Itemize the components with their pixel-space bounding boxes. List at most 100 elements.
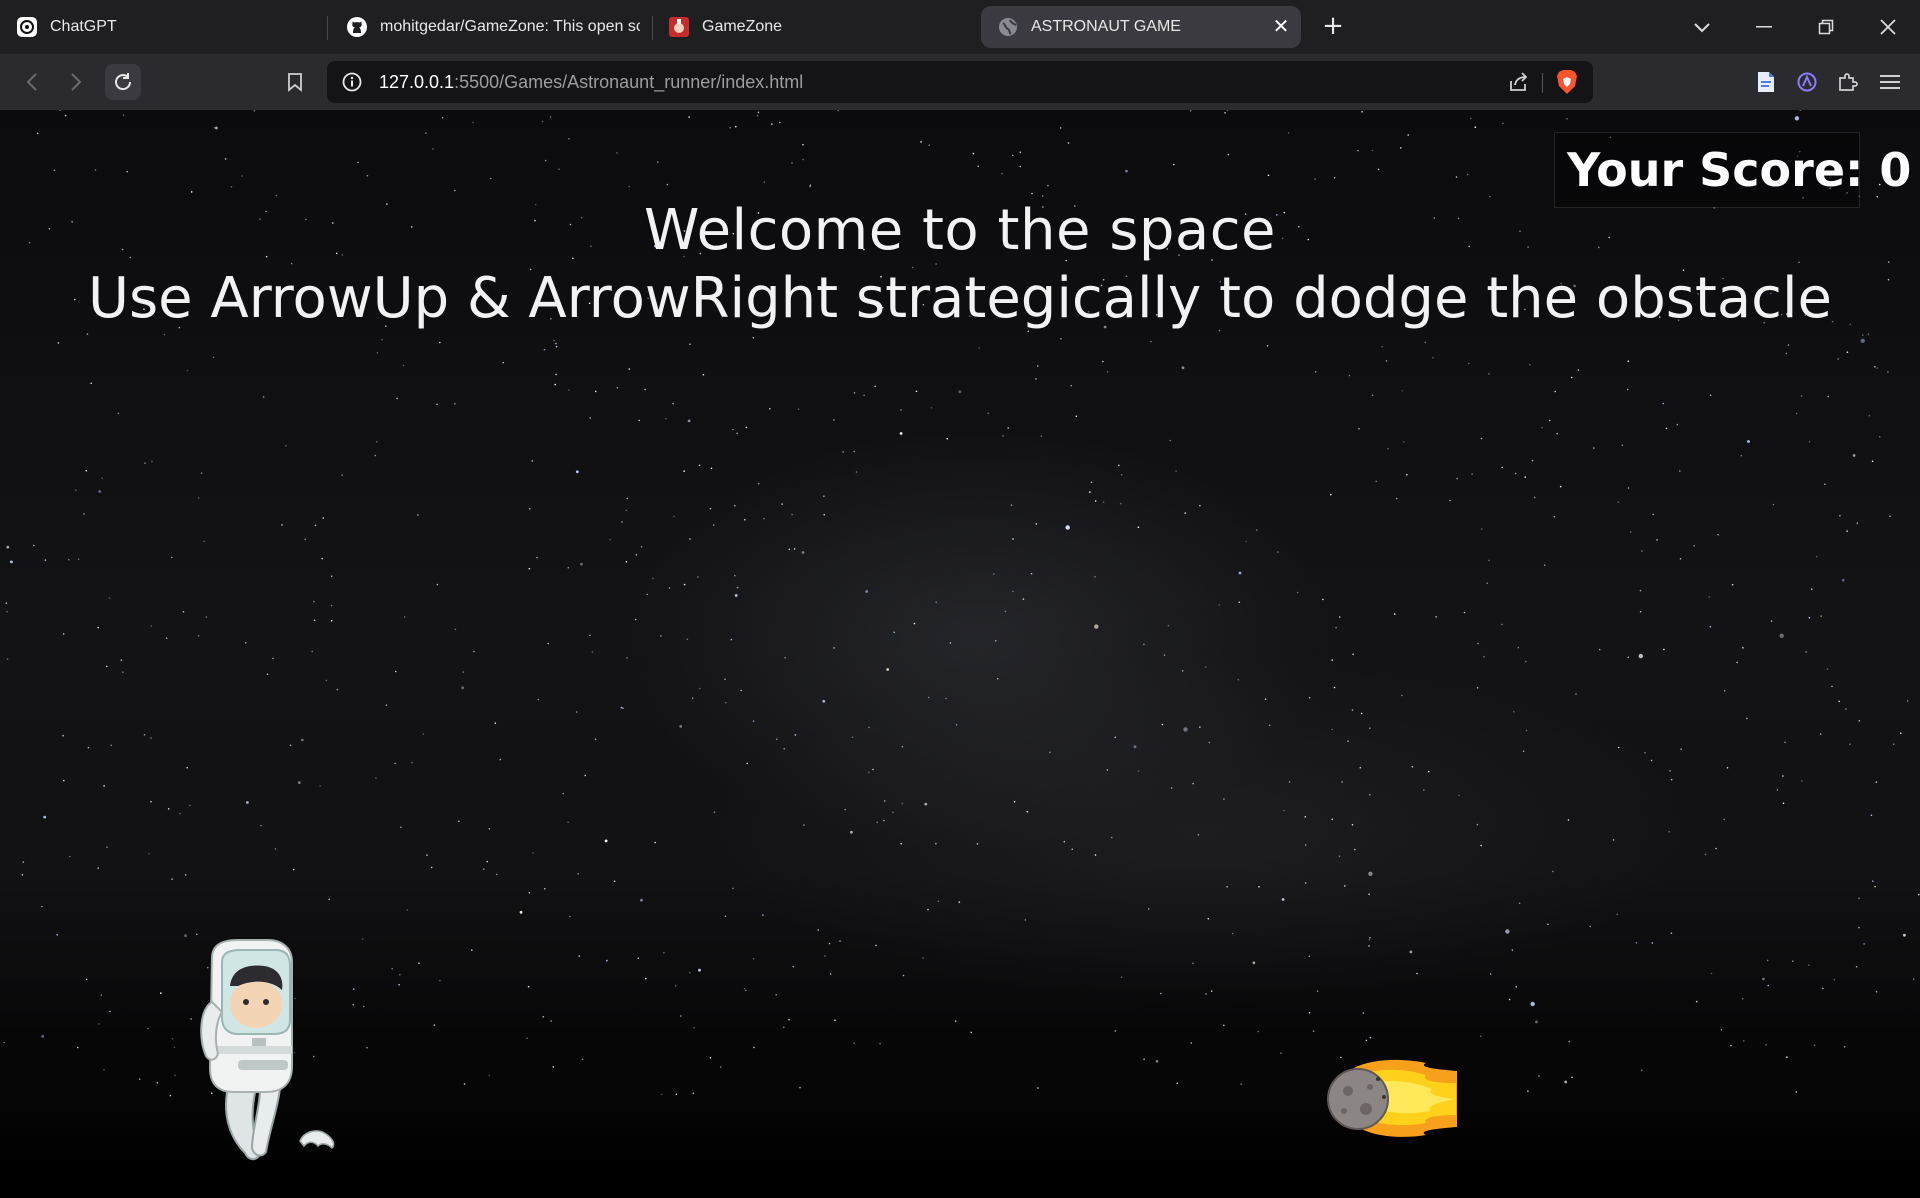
star [628,185,630,188]
star [1852,454,1856,457]
star [1833,978,1836,981]
new-tab-icon[interactable]: + [1318,12,1348,42]
site-info-icon[interactable] [341,71,363,97]
star [616,387,619,389]
star [117,412,120,415]
star [1709,394,1712,397]
star [417,514,419,516]
address-bar[interactable]: 127.0.0.1:5500/Games/Astronaunt_runner/i… [327,61,1593,103]
minimize-icon[interactable] [1744,10,1784,44]
star [736,432,738,435]
menu-icon[interactable] [1876,68,1904,96]
star [697,576,699,578]
star [1150,340,1152,343]
star [224,158,227,160]
star [915,390,918,393]
tab-search-chevron-icon[interactable] [1682,10,1722,44]
star [1662,402,1665,405]
star [151,460,153,463]
tab-astronaut-game[interactable]: ASTRONAUT GAME ✕ [981,6,1301,48]
brave-shields-icon[interactable] [1555,69,1579,99]
star [567,821,569,824]
extensions-puzzle-icon[interactable] [1834,68,1862,96]
star [77,558,80,560]
star [1333,177,1336,179]
close-window-icon[interactable] [1868,10,1908,44]
close-tab-icon[interactable]: ✕ [1271,17,1291,37]
star [488,828,491,830]
star [1670,932,1673,934]
star [57,342,60,344]
star [1030,572,1033,575]
star [1663,648,1665,651]
tab-gamezone[interactable]: GameZone [652,6,972,48]
star [321,557,324,560]
star [230,186,233,188]
star [699,687,701,690]
star [1477,642,1479,645]
star [463,1083,466,1085]
star [1529,363,1531,366]
star [1621,444,1624,447]
star [1181,366,1185,370]
star [319,785,322,787]
star [604,839,608,843]
star [171,1038,174,1040]
back-icon[interactable] [14,64,50,100]
profile-extension-icon[interactable] [1793,68,1821,96]
star [189,804,191,807]
star [1341,781,1343,783]
star [1375,480,1377,483]
star [1019,151,1022,153]
tab-chatgpt[interactable]: ChatGPT [0,6,325,48]
star [1784,741,1786,744]
star [314,524,317,527]
star [1627,487,1630,489]
star [1238,571,1242,575]
star [1406,473,1408,476]
star [1226,886,1228,888]
star [1344,885,1346,887]
star [732,428,734,431]
reload-icon[interactable] [105,64,141,100]
star [245,642,247,644]
star [454,189,456,192]
star [665,417,667,420]
star [1837,358,1839,360]
star [1680,748,1682,750]
star [87,746,90,749]
star [842,451,844,453]
star [736,586,739,589]
star [1566,118,1568,120]
star [1071,848,1073,850]
star [53,169,56,172]
forward-icon[interactable] [58,64,94,100]
star [22,861,25,863]
star [626,497,628,500]
game-viewport[interactable]: Welcome to the space Use ArrowUp & Arrow… [0,110,1920,1198]
star [638,419,640,422]
star [687,419,691,423]
star [935,842,937,845]
star [1656,539,1658,541]
bookmark-icon[interactable] [277,64,313,100]
star [1224,112,1226,114]
document-extension-icon[interactable] [1752,68,1780,96]
restore-icon[interactable] [1806,10,1846,44]
tab-github[interactable]: mohitgedar/GameZone: This open sc [330,6,640,48]
star [1779,633,1784,638]
star [1035,378,1037,380]
star [519,910,523,914]
star [1400,147,1402,149]
star [1245,540,1247,543]
share-icon[interactable] [1507,71,1529,97]
star [1762,977,1765,981]
star [330,604,333,607]
star [64,114,67,117]
star [241,175,243,177]
star [1330,493,1332,496]
star [1669,770,1671,772]
star [883,800,886,802]
star [537,698,539,701]
star [1846,351,1849,353]
